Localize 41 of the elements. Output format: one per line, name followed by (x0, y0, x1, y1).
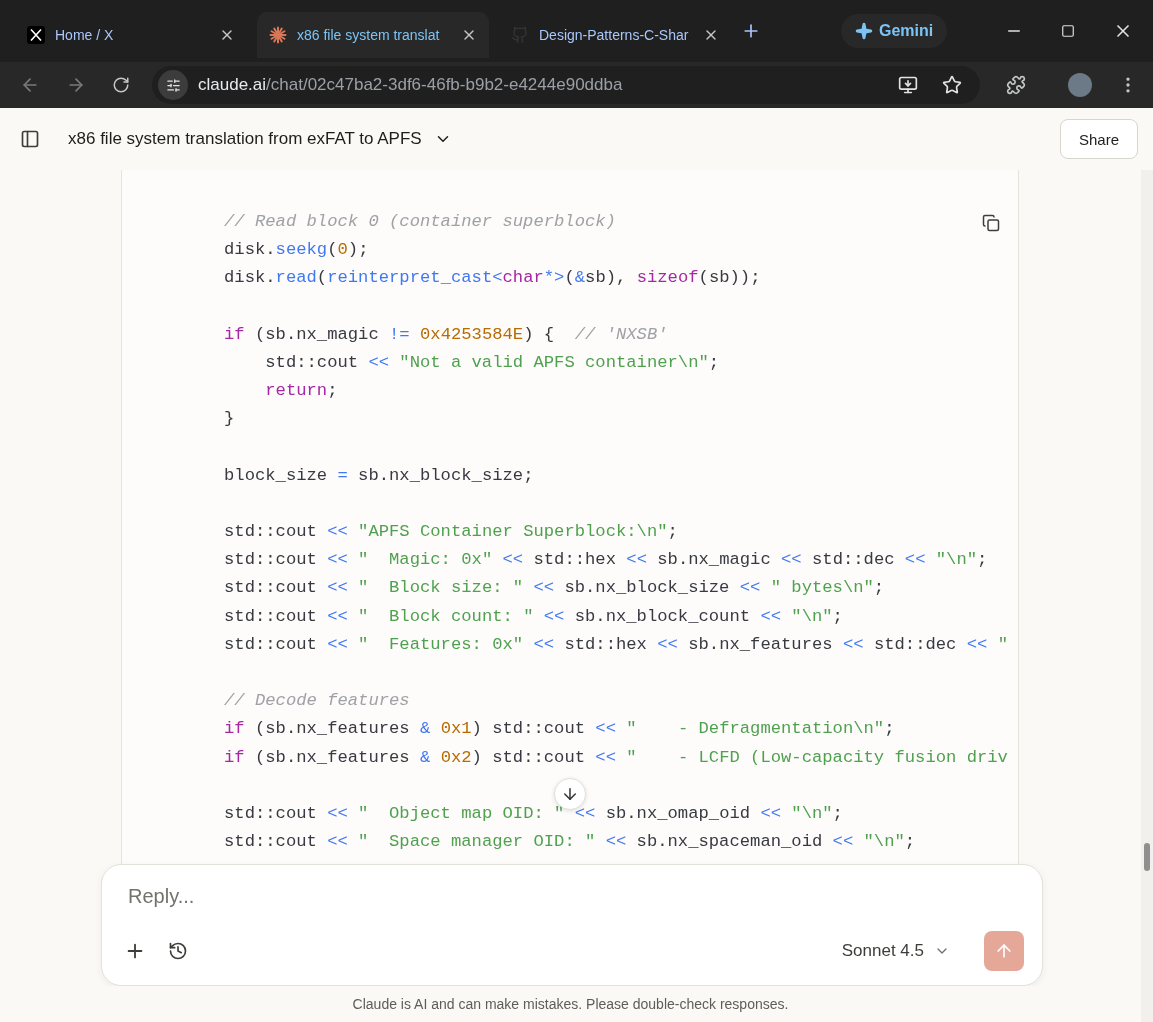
star-icon[interactable] (942, 75, 962, 95)
disclaimer: Claude is AI and can make mistakes. Please double-check responses. (352, 996, 789, 1012)
sparkle-icon (855, 22, 873, 40)
browser-tab[interactable]: Home / X (15, 12, 247, 58)
code-line: // Read block 0 (container superblock) (224, 211, 616, 233)
history-icon[interactable] (168, 941, 188, 961)
install-icon[interactable] (898, 75, 918, 95)
scroll-down-button[interactable] (554, 777, 586, 810)
code-line: disk.read(reinterpret_cast<char*>(&sb), sizeof(sb)); (224, 267, 761, 290)
asterisk-icon (269, 26, 287, 44)
browser-tab[interactable]: x86 file system translat (257, 12, 489, 58)
browser-tab[interactable]: Design-Patterns-C-Shar (499, 12, 731, 58)
code-line: std::cout << "APFS Container Superblock:\n"; (224, 521, 678, 544)
code-line: std::cout << " Features: 0x" << std::hex << sb.nx_features << std::dec << " (224, 633, 1008, 656)
code-line: if (sb.nx_magic != 0x4253584E) { // 'NXSB' (224, 323, 668, 346)
code-line: // Decode features (224, 690, 410, 713)
copy-icon[interactable] (982, 214, 1000, 232)
code-line: std::cout << " Magic: 0x" << std::hex << sb.nx_magic << std::dec << "\n"; (224, 549, 988, 572)
code-line: block_size = sb.nx_block_size; (224, 464, 534, 487)
share-button[interactable]: Share (1059, 119, 1138, 159)
reload-icon[interactable] (112, 76, 130, 94)
code-line: std::cout << " Block size: " << sb.nx_block_size << " bytes\n"; (224, 577, 885, 600)
site-settings-icon[interactable] (158, 70, 188, 100)
model-selector[interactable]: Sonnet 4.5 (835, 940, 956, 962)
avatar[interactable] (1068, 73, 1092, 97)
code-line: } (224, 408, 235, 431)
address-bar[interactable]: claude.ai/chat/02c47ba2-3df6-46fb-b9b2-e4244e90ddba (152, 66, 980, 104)
reply-box[interactable]: Reply... Sonnet 4.5 (101, 864, 1043, 986)
chat-title[interactable]: x86 file system translation from exFAT to APFS (64, 123, 456, 155)
gemini-button[interactable]: Gemini (841, 14, 948, 48)
code-line: if (sb.nx_features & 0x2) std::cout << " - LCFD (Low-capacity fusion driv (224, 746, 1008, 769)
code-line: return; (264, 380, 338, 403)
extensions-icon[interactable] (1006, 75, 1026, 95)
code-line: std::cout << "Not a valid APFS container\n"; (264, 351, 720, 374)
code-line: std::cout << " Space manager OID: " << sb.nx_spaceman_oid << "\n"; (224, 831, 916, 854)
sidebar-icon[interactable] (20, 129, 40, 149)
x-logo-icon (27, 26, 45, 44)
scrollbar[interactable] (1141, 170, 1153, 1022)
code-line: std::cout << " Block count: " << sb.nx_block_count << "\n"; (224, 605, 843, 628)
code-line: disk.seekg(0); (224, 239, 369, 262)
code-line: if (sb.nx_features & 0x1) std::cout << " - Defragmentation\n"; (224, 718, 895, 741)
